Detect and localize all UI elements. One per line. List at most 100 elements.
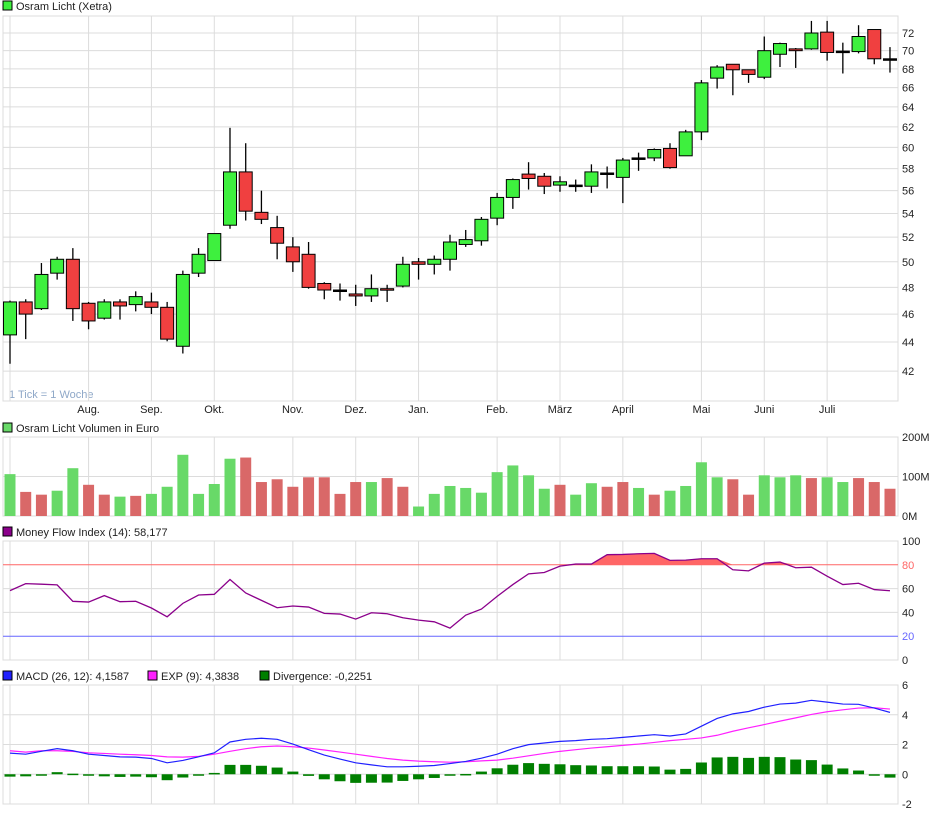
divergence-bar (680, 768, 692, 775)
volume-bar (633, 487, 645, 516)
price-tick-label: 68 (902, 64, 914, 76)
candle (458, 239, 473, 245)
price-tick-label: 62 (902, 122, 914, 134)
volume-bar (334, 493, 346, 516)
volume-bar (884, 488, 896, 516)
exp-legend-label: EXP (9): 4,3838 (161, 671, 239, 683)
macd-tick-label: -2 (902, 799, 912, 811)
price-tick-label: 48 (902, 282, 914, 294)
month-label: Dez. (344, 404, 367, 416)
volume-bar (4, 474, 16, 516)
month-label: Sep. (140, 404, 163, 416)
volume-bar (193, 493, 205, 516)
volume-bar (664, 490, 676, 516)
divergence-bar (554, 764, 566, 775)
divergence-bar (35, 774, 47, 776)
candle (18, 301, 33, 315)
mfi-tick-label: 60 (902, 584, 914, 596)
candle (882, 58, 897, 61)
volume-bar (507, 465, 519, 516)
divergence-bar (475, 771, 487, 775)
candle (81, 302, 96, 322)
month-label: Feb. (486, 404, 508, 416)
divergence-bar (177, 774, 189, 778)
volume-bar (680, 485, 692, 516)
volume-bar (413, 506, 425, 516)
divergence-bar (4, 774, 16, 777)
candle (615, 159, 630, 178)
volume-bar (381, 478, 393, 516)
divergence-bar (83, 774, 95, 776)
divergence-bar (711, 757, 723, 775)
candle (112, 301, 127, 307)
candle (3, 301, 17, 336)
candle (788, 48, 803, 52)
divergence-bar (460, 773, 472, 776)
volume-bar (350, 482, 362, 516)
divergence-bar (193, 774, 205, 776)
divergence-bar (884, 774, 896, 778)
divergence-bar (318, 774, 330, 780)
candle (474, 218, 489, 242)
volume-bar (35, 494, 47, 516)
divergence-bar (664, 769, 676, 775)
divergence-bar (303, 774, 315, 776)
candle (662, 147, 677, 169)
month-label: März (548, 404, 572, 416)
price-tick-label: 72 (902, 28, 914, 40)
volume-bar (161, 486, 173, 516)
divergence-bar (633, 766, 645, 775)
volume-bar (475, 492, 487, 516)
price-tick-label: 42 (902, 366, 914, 378)
candle (50, 258, 65, 274)
divergence-legend-label: Divergence: -0,2251 (273, 671, 372, 683)
price-tick-label: 64 (902, 102, 914, 114)
price-tick-label: 66 (902, 83, 914, 95)
candle (332, 289, 347, 293)
volume-bar (790, 475, 802, 516)
candle (710, 66, 725, 79)
candle (97, 301, 112, 319)
month-label: Okt. (204, 404, 224, 416)
volume-bar (774, 477, 786, 516)
divergence-bar (67, 773, 79, 776)
candle (490, 196, 505, 219)
candle (584, 171, 599, 187)
chart-marks: 42444648505254565860626466687072Aug. Sep.… (2, 15, 930, 811)
volume-bar (20, 491, 32, 516)
volume-bar (318, 477, 330, 516)
candle (772, 43, 787, 55)
candle (678, 131, 693, 157)
candle (820, 31, 835, 53)
candle (65, 258, 80, 310)
divergence-bar (98, 774, 110, 777)
price-tick-label: 46 (902, 309, 914, 321)
volume-bar (601, 486, 613, 516)
exp-legend-swatch (147, 670, 158, 681)
divergence-bar (601, 766, 613, 775)
candle (600, 172, 615, 176)
volume-bar (727, 479, 739, 516)
stock-chart: Osram Licht (Xetra) 1 Tick = 1 Woche Osr… (2, 0, 930, 811)
volume-bar (585, 483, 597, 516)
price-legend-swatch (2, 0, 13, 11)
candle (537, 175, 552, 187)
volume-bar (460, 487, 472, 516)
month-label: April (612, 404, 634, 416)
volume-bar (853, 478, 865, 516)
panel-border (2, 540, 899, 661)
candle (254, 211, 269, 220)
volume-bar (397, 486, 409, 516)
candle (285, 246, 300, 263)
candle (34, 273, 49, 310)
volume-bar (224, 458, 236, 516)
divergence-bar (538, 763, 550, 775)
volume-bar (523, 475, 535, 516)
divergence-bar (695, 762, 707, 775)
macd-line (9, 699, 891, 768)
divergence-bar (790, 759, 802, 775)
candle (647, 148, 662, 159)
divergence-bar (208, 772, 220, 775)
divergence-bar (774, 757, 786, 775)
divergence-bar (334, 774, 346, 782)
